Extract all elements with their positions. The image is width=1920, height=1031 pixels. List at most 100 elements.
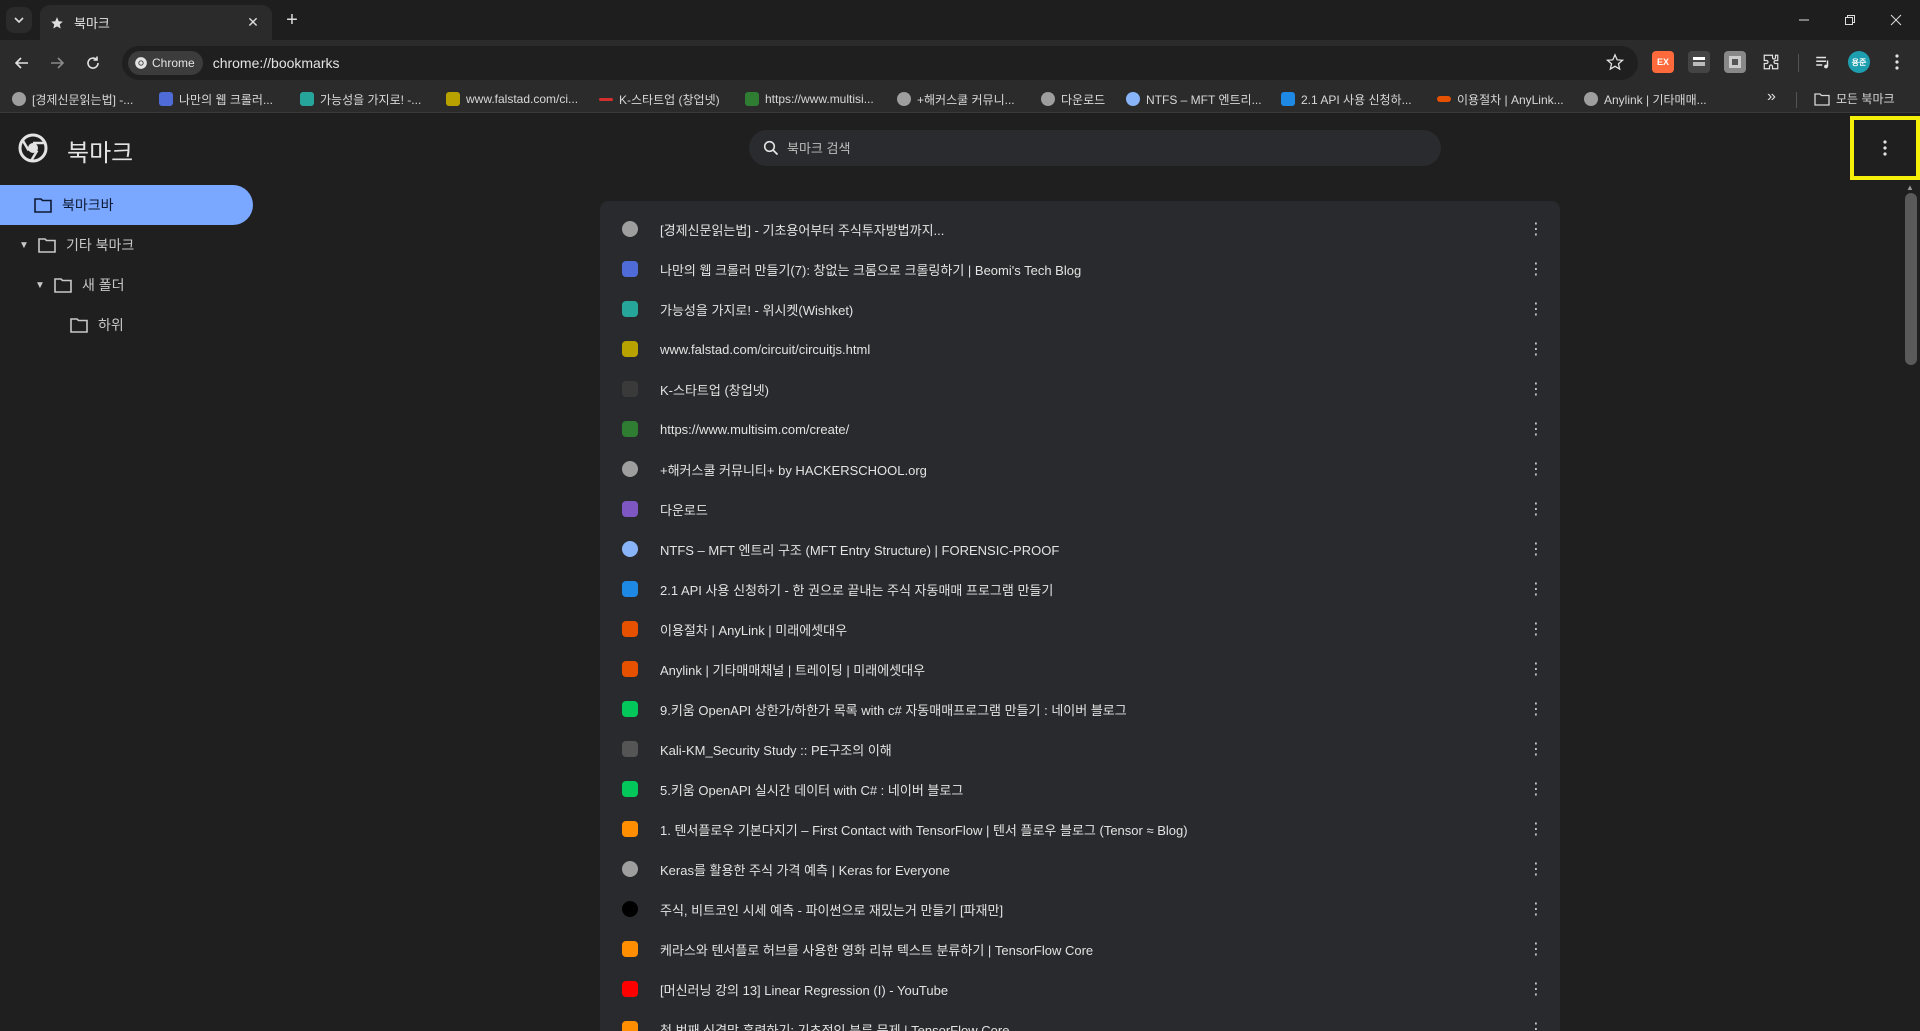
organize-menu-button[interactable] bbox=[1850, 116, 1920, 180]
scroll-up-arrow-icon[interactable]: ▲ bbox=[1906, 183, 1914, 192]
scrollbar-thumb[interactable] bbox=[1905, 193, 1917, 365]
bookmark-row[interactable]: Anylink | 기타매매채널 | 트레이딩 | 미래에셋대우 ⋮ bbox=[600, 649, 1560, 689]
bookmark-bar-item[interactable]: 이용절차 | AnyLink... bbox=[1437, 90, 1564, 108]
bookmark-bar-item[interactable]: K-스타트업 (창업넷) bbox=[599, 90, 720, 108]
bookmark-title[interactable]: Kali-KM_Security Study :: PE구조의 이해 bbox=[660, 740, 892, 759]
kebab-menu-icon[interactable]: ⋮ bbox=[1528, 739, 1544, 759]
bookmark-title[interactable]: NTFS – MFT 엔트리 구조 (MFT Entry Structure) … bbox=[660, 540, 1059, 559]
bookmark-row[interactable]: 주식, 비트코인 시세 예측 - 파이썬으로 재밌는거 만들기 [파재만] ⋮ bbox=[600, 889, 1560, 929]
bookmark-bar-item[interactable]: https://www.multisi... bbox=[745, 90, 874, 108]
extension-icon[interactable]: EX bbox=[1652, 51, 1674, 73]
bookmark-title[interactable]: 2.1 API 사용 신청하기 - 한 권으로 끝내는 주식 자동매매 프로그램… bbox=[660, 580, 1053, 599]
folder-item-new-folder[interactable]: ▼ 새 폴더 bbox=[32, 265, 124, 305]
kebab-menu-icon[interactable]: ⋮ bbox=[1528, 219, 1544, 239]
kebab-menu-icon[interactable]: ⋮ bbox=[1528, 579, 1544, 599]
forward-button[interactable] bbox=[43, 49, 71, 77]
bookmark-bar-item[interactable]: 가능성을 가지로! -... bbox=[300, 90, 421, 108]
bookmark-title[interactable]: 케라스와 텐서플로 허브를 사용한 영화 리뷰 텍스트 분류하기 | Tenso… bbox=[660, 940, 1093, 959]
kebab-menu-icon[interactable]: ⋮ bbox=[1528, 419, 1544, 439]
bookmark-title[interactable]: https://www.multisim.com/create/ bbox=[660, 422, 849, 437]
bookmark-title[interactable]: 첫 번째 신경망 훈련하기: 기초적인 분류 문제 | TensorFlow C… bbox=[660, 1020, 1009, 1031]
bookmark-title[interactable]: 9.키움 OpenAPI 상한가/하한가 목록 with c# 자동매매프로그램… bbox=[660, 700, 1127, 719]
kebab-menu-icon[interactable]: ⋮ bbox=[1528, 819, 1544, 839]
kebab-menu-icon[interactable]: ⋮ bbox=[1528, 499, 1544, 519]
search-input[interactable] bbox=[787, 140, 1387, 156]
bookmark-row[interactable]: 케라스와 텐서플로 허브를 사용한 영화 리뷰 텍스트 분류하기 | Tenso… bbox=[600, 929, 1560, 969]
kebab-menu-icon[interactable]: ⋮ bbox=[1528, 699, 1544, 719]
expand-arrow-icon[interactable]: ▼ bbox=[32, 280, 48, 291]
kebab-menu-icon[interactable]: ⋮ bbox=[1528, 619, 1544, 639]
bookmark-row[interactable]: K-스타트업 (창업넷) ⋮ bbox=[600, 369, 1560, 409]
bookmark-row[interactable]: 이용절차 | AnyLink | 미래에셋대우 ⋮ bbox=[600, 609, 1560, 649]
bookmark-row[interactable]: www.falstad.com/circuit/circuitjs.html ⋮ bbox=[600, 329, 1560, 369]
back-button[interactable] bbox=[8, 49, 36, 77]
bookmark-title[interactable]: +해커스쿨 커뮤니티+ by HACKERSCHOOL.org bbox=[660, 460, 927, 479]
restore-button[interactable] bbox=[1832, 0, 1868, 40]
bookmark-row[interactable]: 2.1 API 사용 신청하기 - 한 권으로 끝내는 주식 자동매매 프로그램… bbox=[600, 569, 1560, 609]
reading-list-button[interactable] bbox=[1812, 51, 1834, 73]
all-bookmarks-button[interactable]: 모든 북마크 bbox=[1814, 90, 1895, 107]
bookmark-bar-item[interactable]: 2.1 API 사용 신청하... bbox=[1281, 90, 1412, 108]
bookmark-row[interactable]: [머신러닝 강의 13] Linear Regression (I) - You… bbox=[600, 969, 1560, 1009]
kebab-menu-icon[interactable]: ⋮ bbox=[1528, 459, 1544, 479]
bookmark-title[interactable]: 가능성을 가지로! - 위시켓(Wishket) bbox=[660, 300, 853, 319]
bookmark-row[interactable]: 1. 텐서플로우 기본다지기 – First Contact with Tens… bbox=[600, 809, 1560, 849]
kebab-menu-icon[interactable]: ⋮ bbox=[1528, 659, 1544, 679]
bookmark-bar-item[interactable]: [경제신문읽는법] -... bbox=[12, 90, 133, 108]
bookmark-title[interactable]: K-스타트업 (창업넷) bbox=[660, 380, 769, 399]
bookmark-row[interactable]: [경제신문읽는법] - 기초용어부터 주식투자방법까지... ⋮ bbox=[600, 209, 1560, 249]
tab-bookmarks[interactable]: 북마크 ✕ bbox=[40, 5, 272, 40]
kebab-menu-icon[interactable]: ⋮ bbox=[1528, 979, 1544, 999]
tab-search-button[interactable] bbox=[6, 7, 32, 33]
chrome-menu-button[interactable] bbox=[1886, 51, 1908, 73]
bookmark-title[interactable]: [경제신문읽는법] - 기초용어부터 주식투자방법까지... bbox=[660, 220, 944, 239]
kebab-menu-icon[interactable]: ⋮ bbox=[1528, 859, 1544, 879]
chevron-double-right-icon[interactable]: » bbox=[1767, 88, 1776, 106]
kebab-menu-icon[interactable]: ⋮ bbox=[1528, 1019, 1544, 1031]
bookmark-row[interactable]: 5.키움 OpenAPI 실시간 데이터 with C# : 네이버 블로그 ⋮ bbox=[600, 769, 1560, 809]
bookmark-row[interactable]: 첫 번째 신경망 훈련하기: 기초적인 분류 문제 | TensorFlow C… bbox=[600, 1009, 1560, 1031]
avatar[interactable]: 용준 bbox=[1848, 51, 1870, 73]
bookmark-row[interactable]: 9.키움 OpenAPI 상한가/하한가 목록 with c# 자동매매프로그램… bbox=[600, 689, 1560, 729]
bookmark-bar-item[interactable]: www.falstad.com/ci... bbox=[446, 90, 578, 108]
kebab-menu-icon[interactable]: ⋮ bbox=[1528, 779, 1544, 799]
bookmark-row[interactable]: 가능성을 가지로! - 위시켓(Wishket) ⋮ bbox=[600, 289, 1560, 329]
bookmark-row[interactable]: NTFS – MFT 엔트리 구조 (MFT Entry Structure) … bbox=[600, 529, 1560, 569]
bookmark-row[interactable]: 나만의 웹 크롤러 만들기(7): 창없는 크롬으로 크롤링하기 | Beomi… bbox=[600, 249, 1560, 289]
extension-icon[interactable] bbox=[1688, 51, 1710, 73]
bookmark-title[interactable]: 1. 텐서플로우 기본다지기 – First Contact with Tens… bbox=[660, 820, 1188, 839]
reload-button[interactable] bbox=[79, 49, 107, 77]
bookmark-bar-item[interactable]: Anylink | 기타매매... bbox=[1584, 90, 1707, 108]
kebab-menu-icon[interactable]: ⋮ bbox=[1528, 259, 1544, 279]
bookmark-bar-item[interactable]: 나만의 웹 크롤러... bbox=[159, 90, 273, 108]
bookmark-row[interactable]: 다운로드 ⋮ bbox=[600, 489, 1560, 529]
extension-icon[interactable] bbox=[1724, 51, 1746, 73]
window-close-button[interactable] bbox=[1878, 0, 1914, 40]
url-text[interactable]: chrome://bookmarks bbox=[213, 55, 340, 71]
bookmark-title[interactable]: 다운로드 bbox=[660, 500, 708, 519]
kebab-menu-icon[interactable]: ⋮ bbox=[1528, 899, 1544, 919]
kebab-menu-icon[interactable]: ⋮ bbox=[1528, 339, 1544, 359]
bookmark-title[interactable]: [머신러닝 강의 13] Linear Regression (I) - You… bbox=[660, 980, 948, 999]
folder-item-sub[interactable]: 하위 bbox=[64, 305, 124, 345]
bookmark-search[interactable] bbox=[749, 130, 1441, 166]
bookmark-row[interactable]: Kali-KM_Security Study :: PE구조의 이해 ⋮ bbox=[600, 729, 1560, 769]
bookmark-bar-item[interactable]: NTFS – MFT 엔트리... bbox=[1126, 90, 1262, 108]
site-info-chip[interactable]: Chrome bbox=[128, 51, 203, 75]
extensions-puzzle-button[interactable] bbox=[1760, 51, 1782, 73]
kebab-menu-icon[interactable]: ⋮ bbox=[1528, 939, 1544, 959]
bookmark-bar-item[interactable]: +해커스쿨 커뮤니... bbox=[897, 90, 1015, 108]
new-tab-button[interactable]: + bbox=[281, 9, 303, 31]
kebab-menu-icon[interactable]: ⋮ bbox=[1528, 379, 1544, 399]
bookmark-bar-item[interactable]: 다운로드 bbox=[1041, 90, 1105, 108]
bookmark-title[interactable]: 나만의 웹 크롤러 만들기(7): 창없는 크롬으로 크롤링하기 | Beomi… bbox=[660, 260, 1081, 279]
address-bar[interactable]: Chrome chrome://bookmarks bbox=[122, 46, 1638, 80]
kebab-menu-icon[interactable]: ⋮ bbox=[1528, 299, 1544, 319]
bookmark-title[interactable]: www.falstad.com/circuit/circuitjs.html bbox=[660, 342, 870, 357]
bookmark-title[interactable]: Anylink | 기타매매채널 | 트레이딩 | 미래에셋대우 bbox=[660, 660, 925, 679]
folder-item-bookmarks-bar[interactable]: 북마크바 bbox=[0, 185, 253, 225]
bookmark-row[interactable]: Keras를 활용한 주식 가격 예측 | Keras for Everyone… bbox=[600, 849, 1560, 889]
bookmark-row[interactable]: https://www.multisim.com/create/ ⋮ bbox=[600, 409, 1560, 449]
kebab-menu-icon[interactable]: ⋮ bbox=[1528, 539, 1544, 559]
bookmark-row[interactable]: +해커스쿨 커뮤니티+ by HACKERSCHOOL.org ⋮ bbox=[600, 449, 1560, 489]
